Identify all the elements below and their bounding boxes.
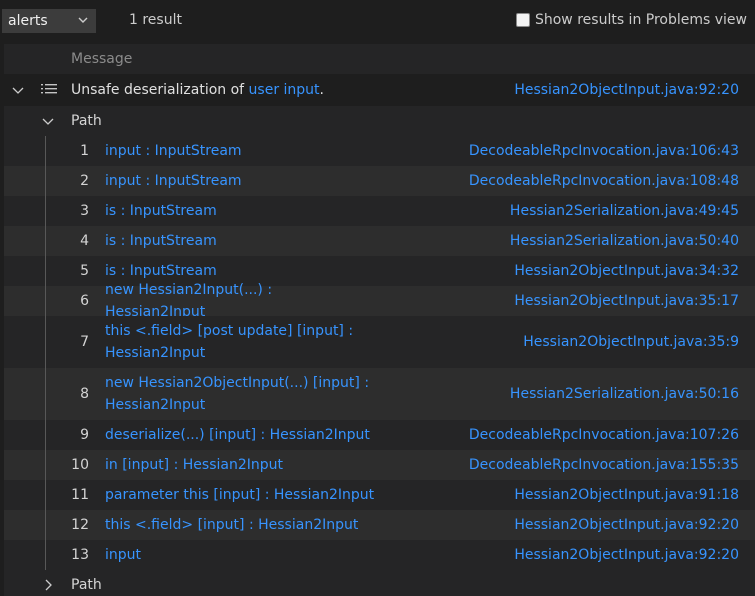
path-step-row[interactable]: 9 deserialize(...) [input] : Hessian2Inpu… xyxy=(4,420,755,450)
user-input-link[interactable]: user input xyxy=(249,82,320,98)
table-header: Message xyxy=(4,44,755,74)
indent-guide xyxy=(45,368,46,420)
step-expression-link[interactable]: in [input] : Hessian2Input xyxy=(105,454,375,476)
show-problems-label: Show results in Problems view xyxy=(534,12,747,28)
path-steps: 1 input : InputStream DecodeableRpcInvocat… xyxy=(4,136,755,570)
step-expression-link[interactable]: input xyxy=(105,544,375,566)
step-number: 7 xyxy=(80,334,89,350)
alert-message-text: Unsafe deserialization of xyxy=(71,82,249,98)
indent-guide xyxy=(45,166,46,196)
path-step-row[interactable]: 8 new Hessian2ObjectInput(...) [input] : … xyxy=(4,368,755,420)
path-label: Path xyxy=(71,577,102,593)
step-location-link[interactable]: DecodeableRpcInvocation.java:106:43 xyxy=(469,143,739,159)
step-location-link[interactable]: Hessian2Serialization.java:50:40 xyxy=(510,233,739,249)
step-location-link[interactable]: Hessian2ObjectInput.java:34:32 xyxy=(514,263,739,279)
step-number: 9 xyxy=(80,427,89,443)
indent-guide xyxy=(45,136,46,166)
alert-message: Unsafe deserialization of user input. xyxy=(71,82,324,98)
step-number: 5 xyxy=(80,263,89,279)
show-problems-toggle[interactable]: Show results in Problems view xyxy=(515,12,747,28)
list-icon xyxy=(41,84,57,94)
chevron-right-icon[interactable] xyxy=(42,579,54,591)
result-set-select-value: alerts xyxy=(8,13,48,29)
step-location-link[interactable]: DecodeableRpcInvocation.java:108:48 xyxy=(469,173,739,189)
step-expression-link[interactable]: is : InputStream xyxy=(105,200,375,222)
indent-guide xyxy=(45,226,46,256)
alert-row[interactable]: Unsafe deserialization of user input. He… xyxy=(4,74,755,106)
path-step-row[interactable]: 2 input : InputStream DecodeableRpcInvocat… xyxy=(4,166,755,196)
results-table: Message Unsafe deserialization of user i… xyxy=(4,44,755,596)
indent-guide xyxy=(45,256,46,286)
step-location-link[interactable]: Hessian2ObjectInput.java:35:17 xyxy=(514,293,739,309)
step-number: 10 xyxy=(71,457,89,473)
step-location-link[interactable]: DecodeableRpcInvocation.java:107:26 xyxy=(469,427,739,443)
path-label: Path xyxy=(71,113,102,129)
path-row-expanded[interactable]: Path xyxy=(4,106,755,136)
step-number: 13 xyxy=(71,547,89,563)
chevron-down-icon[interactable] xyxy=(42,115,54,127)
path-row-collapsed[interactable]: Path xyxy=(4,570,755,596)
result-set-select[interactable]: alerts xyxy=(2,9,96,33)
step-location-link[interactable]: Hessian2ObjectInput.java:92:20 xyxy=(514,547,739,563)
step-number: 11 xyxy=(71,487,89,503)
step-location-link[interactable]: DecodeableRpcInvocation.java:155:35 xyxy=(469,457,739,473)
indent-guide xyxy=(45,196,46,226)
step-number: 6 xyxy=(80,293,89,309)
chevron-down-icon xyxy=(78,17,88,23)
path-step-row[interactable]: 3 is : InputStream Hessian2Serialization.j… xyxy=(4,196,755,226)
step-number: 3 xyxy=(80,203,89,219)
path-step-row[interactable]: 1 input : InputStream DecodeableRpcInvocat… xyxy=(4,136,755,166)
path-step-row[interactable]: 7 this <.field> [post update] [input] : H… xyxy=(4,316,755,368)
indent-guide xyxy=(45,510,46,540)
alert-message-end: . xyxy=(319,82,324,98)
step-number: 8 xyxy=(80,386,89,402)
path-step-row[interactable]: 11 parameter this [input] : Hessian2Input… xyxy=(4,480,755,510)
show-problems-checkbox[interactable] xyxy=(515,13,530,27)
step-expression-link[interactable]: input : InputStream xyxy=(105,170,375,192)
results-toolbar: alerts 1 result Show results in Problems… xyxy=(0,0,755,44)
indent-guide xyxy=(45,450,46,480)
indent-guide xyxy=(45,480,46,510)
step-number: 1 xyxy=(80,143,89,159)
path-step-row[interactable]: 12 this <.field> [input] : Hessian2Input H… xyxy=(4,510,755,540)
step-location-link[interactable]: Hessian2Serialization.java:49:45 xyxy=(510,203,739,219)
step-expression-link[interactable]: new Hessian2ObjectInput(...) [input] : H… xyxy=(105,372,375,416)
step-expression-link[interactable]: this <.field> [post update] [input] : He… xyxy=(105,320,375,364)
step-expression-link[interactable]: parameter this [input] : Hessian2Input xyxy=(105,484,375,506)
step-location-link[interactable]: Hessian2Serialization.java:50:16 xyxy=(510,386,739,402)
indent-guide xyxy=(45,420,46,450)
alert-location-link[interactable]: Hessian2ObjectInput.java:92:20 xyxy=(514,82,739,98)
message-column-header: Message xyxy=(71,51,133,67)
path-step-row[interactable]: 13 input Hessian2ObjectInput.java:92:20 xyxy=(4,540,755,570)
step-expression-link[interactable]: is : InputStream xyxy=(105,230,375,252)
path-step-row[interactable]: 6 new Hessian2Input(...) : Hessian2Input H… xyxy=(4,282,755,320)
step-location-link[interactable]: Hessian2ObjectInput.java:92:20 xyxy=(514,517,739,533)
indent-guide xyxy=(45,286,46,316)
step-number: 2 xyxy=(80,173,89,189)
indent-guide xyxy=(45,316,46,368)
path-step-row[interactable]: 4 is : InputStream Hessian2Serialization.j… xyxy=(4,226,755,256)
indent-guide xyxy=(45,540,46,570)
step-number: 4 xyxy=(80,233,89,249)
step-expression-link[interactable]: deserialize(...) [input] : Hessian2Input xyxy=(105,424,375,446)
step-expression-link[interactable]: this <.field> [input] : Hessian2Input xyxy=(105,514,375,536)
step-location-link[interactable]: Hessian2ObjectInput.java:35:9 xyxy=(523,334,739,350)
path-step-row[interactable]: 10 in [input] : Hessian2Input DecodeableRp… xyxy=(4,450,755,480)
result-count: 1 result xyxy=(129,12,182,28)
step-number: 12 xyxy=(71,517,89,533)
step-expression-link[interactable]: input : InputStream xyxy=(105,140,375,162)
chevron-down-icon[interactable] xyxy=(12,84,24,96)
step-location-link[interactable]: Hessian2ObjectInput.java:91:18 xyxy=(514,487,739,503)
